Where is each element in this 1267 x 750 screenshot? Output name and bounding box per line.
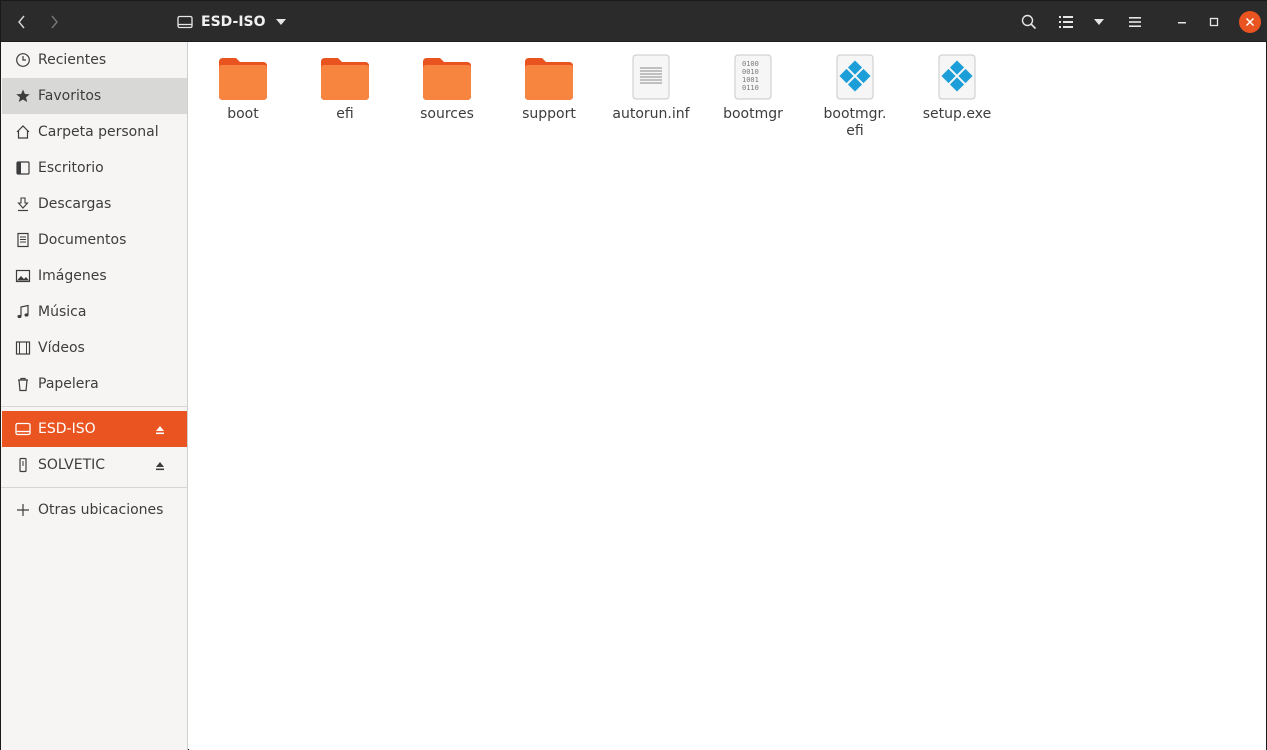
- hamburger-icon: [1129, 16, 1141, 27]
- home-icon: [14, 123, 32, 141]
- file-name: bootmgr: [723, 106, 783, 122]
- svg-text:0010: 0010: [742, 68, 759, 76]
- file-name: bootmgr. efi: [823, 106, 887, 139]
- sidebar-item-documentos[interactable]: Documentos: [2, 222, 187, 258]
- sidebar-item-label: Imágenes: [38, 268, 107, 284]
- sidebar-item-label: Papelera: [38, 376, 99, 392]
- sidebar-separator: [1, 406, 188, 407]
- close-icon: [1245, 17, 1255, 27]
- executable-file-icon: [931, 50, 983, 100]
- sidebar-item-carpeta-personal[interactable]: Carpeta personal: [2, 114, 187, 150]
- sidebar-item-label: Escritorio: [38, 160, 104, 176]
- clock-icon: [14, 51, 32, 69]
- sidebar-item-label: Favoritos: [38, 88, 102, 104]
- file-name: efi: [336, 106, 354, 122]
- folder-item-sources[interactable]: sources: [402, 50, 492, 146]
- folder-item-support[interactable]: support: [504, 50, 594, 146]
- list-view-button[interactable]: [1050, 5, 1082, 38]
- binary-file-icon: 0100 0010 1001 0110: [727, 50, 779, 100]
- path-bar-button[interactable]: ESD-ISO: [171, 5, 292, 38]
- sidebar-item-descargas[interactable]: Descargas: [2, 186, 187, 222]
- sidebar-item-label: ESD-ISO: [38, 421, 96, 437]
- download-icon: [14, 195, 32, 213]
- sidebar-item-label: Descargas: [38, 196, 112, 212]
- svg-text:0110: 0110: [742, 84, 759, 92]
- file-manager-window: ESD-ISO Recientes Favoritos Carpeta pers…: [0, 0, 1267, 750]
- image-icon: [14, 267, 32, 285]
- sidebar-item-escritorio[interactable]: Escritorio: [2, 150, 187, 186]
- search-icon: [1021, 14, 1037, 29]
- sidebar-item-solvetic[interactable]: SOLVETIC: [2, 447, 187, 483]
- eject-icon[interactable]: [155, 423, 165, 439]
- file-item-setup-exe[interactable]: setup.exe: [912, 50, 1002, 146]
- maximize-button[interactable]: [1199, 5, 1229, 38]
- plus-icon: [14, 501, 32, 519]
- svg-text:1001: 1001: [742, 76, 759, 84]
- folder-icon: [217, 50, 269, 100]
- chevron-left-icon: [18, 15, 25, 28]
- usb-icon: [14, 456, 32, 474]
- file-view[interactable]: boot efi sources support autorun.inf 010…: [189, 42, 1266, 750]
- star-icon: [14, 87, 32, 105]
- music-icon: [14, 303, 32, 321]
- forward-button[interactable]: [39, 5, 69, 38]
- folder-item-boot[interactable]: boot: [198, 50, 288, 146]
- close-button[interactable]: [1239, 11, 1261, 33]
- file-item-bootmgr-efi[interactable]: bootmgr. efi: [810, 50, 900, 146]
- back-button[interactable]: [7, 5, 37, 38]
- drive-icon: [177, 15, 193, 28]
- document-icon: [14, 231, 32, 249]
- sidebar-item-label: Vídeos: [38, 340, 85, 356]
- minimize-icon: [1178, 21, 1186, 23]
- menu-button[interactable]: [1120, 5, 1150, 38]
- text-file-icon: [625, 50, 677, 100]
- file-item-bootmgr[interactable]: 0100 0010 1001 0110 bootmgr: [708, 50, 798, 146]
- caret-down-icon: [275, 18, 286, 25]
- sidebar-item-label: Documentos: [38, 232, 127, 248]
- file-name: sources: [420, 106, 474, 122]
- header-bar: ESD-ISO: [1, 1, 1267, 42]
- folder-item-efi[interactable]: efi: [300, 50, 390, 146]
- sidebar-item-otras-ubicaciones[interactable]: Otras ubicaciones: [2, 492, 187, 528]
- sidebar-item-label: Otras ubicaciones: [38, 502, 164, 518]
- sidebar-item-favoritos[interactable]: Favoritos: [2, 78, 187, 114]
- sidebar-item-videos[interactable]: Vídeos: [2, 330, 187, 366]
- sidebar: Recientes Favoritos Carpeta personal Esc…: [1, 42, 188, 750]
- sidebar-separator: [1, 487, 188, 488]
- search-button[interactable]: [1013, 5, 1045, 38]
- list-view-icon: [1059, 15, 1073, 28]
- sidebar-item-label: Carpeta personal: [38, 124, 159, 140]
- chevron-right-icon: [51, 15, 58, 28]
- drive-icon: [14, 420, 32, 438]
- file-name: boot: [227, 106, 259, 122]
- svg-text:0100: 0100: [742, 60, 759, 68]
- video-icon: [14, 339, 32, 357]
- sidebar-item-papelera[interactable]: Papelera: [2, 366, 187, 402]
- eject-icon[interactable]: [155, 459, 165, 475]
- caret-down-icon: [1094, 18, 1104, 25]
- sidebar-item-recientes[interactable]: Recientes: [2, 42, 187, 78]
- folder-icon: [319, 50, 371, 100]
- sidebar-item-label: Música: [38, 304, 87, 320]
- executable-file-icon: [829, 50, 881, 100]
- sidebar-item-musica[interactable]: Música: [2, 294, 187, 330]
- maximize-icon: [1209, 17, 1219, 26]
- trash-icon: [14, 375, 32, 393]
- sidebar-item-label: SOLVETIC: [38, 457, 106, 473]
- minimize-button[interactable]: [1167, 5, 1197, 38]
- desktop-icon: [14, 159, 32, 177]
- sidebar-item-label: Recientes: [38, 52, 107, 68]
- file-name: support: [522, 106, 576, 122]
- file-item-autorun[interactable]: autorun.inf: [606, 50, 696, 146]
- file-name: setup.exe: [922, 106, 992, 122]
- view-options-button[interactable]: [1084, 5, 1114, 38]
- file-name: autorun.inf: [612, 106, 690, 122]
- folder-icon: [421, 50, 473, 100]
- folder-icon: [523, 50, 575, 100]
- sidebar-item-imagenes[interactable]: Imágenes: [2, 258, 187, 294]
- sidebar-item-esd-iso[interactable]: ESD-ISO: [2, 411, 187, 447]
- path-label: ESD-ISO: [201, 13, 266, 30]
